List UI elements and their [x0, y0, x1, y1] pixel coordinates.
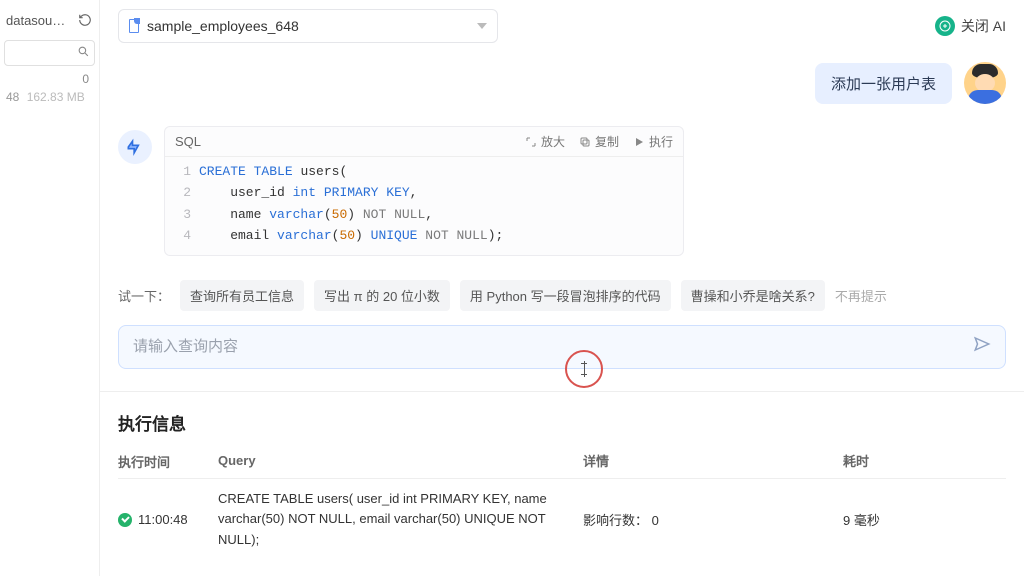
code-lang: SQL [175, 134, 511, 149]
chat-user-row: 添加一张用户表 [118, 62, 1006, 104]
suggest-chip[interactable]: 用 Python 写一段冒泡排序的代码 [460, 280, 671, 311]
suggest-chip[interactable]: 写出 π 的 20 位小数 [314, 280, 450, 311]
exec-query: CREATE TABLE users( user_id int PRIMARY … [218, 489, 583, 551]
search-icon[interactable] [77, 45, 90, 61]
datasource-name: sample_employees_648 [147, 18, 299, 34]
chevron-down-icon [477, 23, 487, 29]
suggestions: 试一下： 查询所有员工信息 写出 π 的 20 位小数 用 Python 写一段… [100, 256, 1024, 321]
exec-h-time: 执行时间 [118, 451, 218, 472]
exec-header-row: 执行时间 Query 详情 耗时 [118, 445, 1006, 479]
suggest-chip[interactable]: 曹操和小乔是啥关系? [681, 280, 825, 311]
status-ok-icon [118, 513, 132, 527]
ai-badge-icon [935, 16, 955, 36]
sidebar-search-input[interactable] [9, 46, 77, 60]
user-message: 添加一张用户表 [815, 63, 952, 104]
run-button[interactable]: 执行 [633, 133, 673, 150]
exec-h-query: Query [218, 451, 583, 472]
expand-button[interactable]: 放大 [525, 133, 565, 150]
sidebar-meta: 48 162.83 MB [4, 88, 95, 104]
main: sample_employees_648 关闭 AI 添加一张用户表 SQL [100, 0, 1024, 576]
chat-bot-row: SQL 放大 复制 执行 1 2 3 4 [100, 126, 1024, 256]
code-body[interactable]: 1 2 3 4 CREATE TABLE users( user_id int … [165, 157, 683, 255]
datasource-file-icon [129, 19, 139, 33]
topbar: sample_employees_648 关闭 AI [100, 0, 1024, 52]
exec-h-cost: 耗时 [843, 451, 1006, 472]
exec-row[interactable]: 11:00:48 CREATE TABLE users( user_id int… [118, 479, 1006, 561]
exec-panel: 执行信息 执行时间 Query 详情 耗时 11:00:48 CREATE TA… [100, 391, 1024, 561]
datasource-label: datasou… [6, 13, 65, 28]
sidebar-search[interactable] [4, 40, 95, 66]
suggest-label: 试一下： [118, 286, 170, 305]
exec-title: 执行信息 [118, 410, 1006, 435]
sidebar-count: 0 [4, 66, 95, 88]
ask-box[interactable] [118, 325, 1006, 369]
exec-cost: 9 毫秒 [843, 510, 1006, 529]
code-card: SQL 放大 复制 执行 1 2 3 4 [164, 126, 684, 256]
close-ai-button[interactable]: 关闭 AI [935, 16, 1006, 36]
code-lines: CREATE TABLE users( user_id int PRIMARY … [199, 161, 683, 247]
exec-detail: 影响行数： 0 [583, 510, 843, 529]
exec-h-detail: 详情 [583, 451, 843, 472]
suggest-chip[interactable]: 查询所有员工信息 [180, 280, 304, 311]
refresh-icon[interactable] [77, 12, 93, 28]
suggest-mute[interactable]: 不再提示 [835, 286, 887, 305]
ask-input[interactable] [133, 338, 973, 355]
code-gutter: 1 2 3 4 [165, 161, 199, 247]
send-icon[interactable] [973, 335, 991, 358]
sidebar: datasou… 0 48 162.83 MB [0, 0, 100, 576]
copy-button[interactable]: 复制 [579, 133, 619, 150]
bot-avatar-icon [118, 130, 152, 164]
user-avatar[interactable] [964, 62, 1006, 104]
exec-time: 11:00:48 [138, 512, 188, 527]
datasource-select[interactable]: sample_employees_648 [118, 9, 498, 43]
